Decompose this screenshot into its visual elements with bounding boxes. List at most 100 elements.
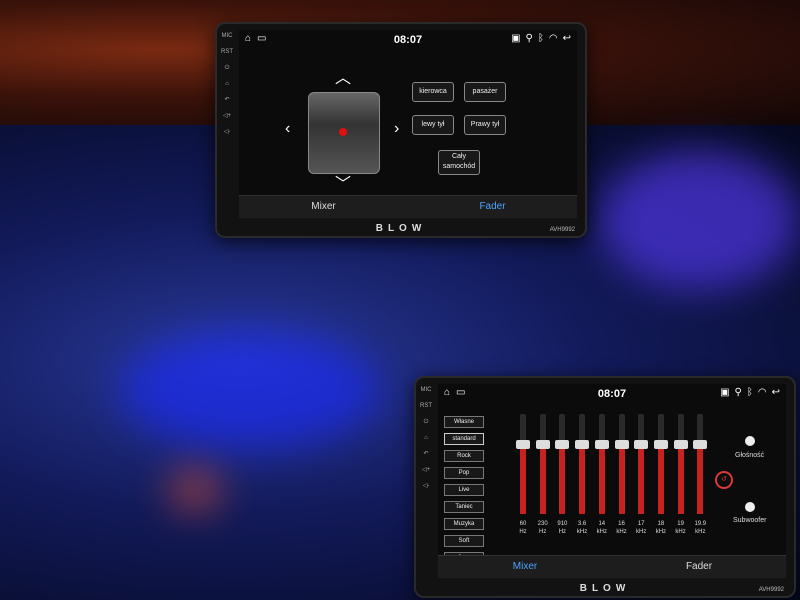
eq-slider-knob[interactable]	[634, 440, 649, 449]
eq-band-label: 230 Hz	[533, 520, 553, 536]
eq-slider-knob[interactable]	[614, 440, 629, 449]
eq-band-frequency: 14	[598, 521, 606, 527]
eq-sliders: 60 Hz 230 Hz 910 Hz 3.6 kHz 14 kHz 16 kHz 17 kHz 18 kHz…	[516, 414, 716, 535]
volume-up-icon[interactable]: ◁+	[422, 466, 430, 474]
volume-down-icon[interactable]: ◁-	[224, 128, 231, 136]
eq-slider[interactable]	[594, 414, 609, 514]
eq-slider[interactable]	[634, 414, 649, 514]
side-buttons: MIC RST ⏻ ⌂ ↶ ◁+ ◁-	[416, 378, 436, 578]
eq-slider[interactable]	[653, 414, 668, 514]
eq-band-unit: kHz	[616, 529, 627, 535]
preset-custom[interactable]: Własne	[444, 416, 484, 428]
whole-car-button[interactable]: Cały samochód	[438, 150, 480, 175]
preset-soft[interactable]: Soft	[444, 535, 484, 547]
home-side-icon[interactable]: ⌂	[424, 434, 428, 442]
subwoofer-label: Subwoofer	[733, 517, 767, 524]
eq-band-unit: Hz	[539, 529, 547, 535]
car-top-view[interactable]	[308, 92, 380, 174]
tab-mixer[interactable]: Mixer	[239, 196, 408, 218]
status-bar: ⌂ ▭ 08:07 ▣ ⚲ ᛒ ◠ ↩	[239, 30, 577, 50]
rst-label: RST	[420, 403, 432, 409]
home-side-icon[interactable]: ⌂	[225, 80, 229, 88]
driver-button[interactable]: kierowca	[412, 82, 454, 102]
location-icon: ⚲	[525, 33, 533, 44]
brand-logo: BLOW	[375, 223, 427, 234]
eq-band-frequency: 3.6	[577, 521, 587, 527]
power-icon[interactable]: ⏻	[225, 64, 230, 72]
eq-slider-knob[interactable]	[516, 440, 530, 449]
eq-slider-knob[interactable]	[693, 440, 708, 449]
reset-icon[interactable]: ↺	[715, 471, 733, 489]
preset-pop[interactable]: Pop	[444, 467, 484, 479]
eq-band-frequency: 910	[557, 521, 568, 527]
back-icon[interactable]: ↩	[563, 33, 571, 44]
rear-right-button[interactable]: Prawy tył	[464, 115, 506, 135]
rst-label: RST	[221, 49, 233, 55]
eq-slider[interactable]	[555, 414, 570, 514]
stage-light	[600, 150, 800, 290]
eq-band-label: 17 kHz	[631, 520, 651, 536]
preset-dance[interactable]: Taniec	[444, 501, 484, 513]
up-arrow-icon[interactable]: ︿	[335, 64, 351, 88]
cast-icon: ▣	[720, 387, 730, 398]
eq-band-label: 16 kHz	[612, 520, 632, 536]
eq-slider-fill	[618, 444, 625, 514]
passenger-button[interactable]: pasażer	[464, 82, 506, 102]
return-icon[interactable]: ↶	[224, 96, 229, 104]
eq-slider[interactable]	[614, 414, 629, 514]
eq-slider-knob[interactable]	[653, 440, 668, 449]
preset-classical[interactable]: Muzyka klasyczna	[444, 518, 484, 530]
eq-slider[interactable]	[516, 414, 530, 514]
loudness-toggle[interactable]	[745, 436, 755, 446]
eq-slider[interactable]	[693, 414, 708, 514]
tab-fader[interactable]: Fader	[408, 196, 577, 218]
tab-mixer[interactable]: Mixer	[438, 556, 612, 578]
eq-slider-knob[interactable]	[673, 440, 688, 449]
eq-slider[interactable]	[535, 414, 550, 514]
bluetooth-icon: ᛒ	[537, 33, 544, 44]
preset-standard[interactable]: standard	[444, 433, 484, 445]
eq-slider-fill	[697, 444, 704, 514]
eq-band-label: 910 Hz	[552, 520, 572, 536]
eq-presets: Własne standard Rock Pop Live Taniec Muz…	[444, 416, 484, 564]
rear-left-button[interactable]: lewy tył	[412, 115, 454, 135]
head-unit-fader: MIC RST ⏻ ⌂ ↶ ◁+ ◁- ⌂ ▭ 08:07 ▣ ⚲ ᛒ ◠ ↩ …	[215, 22, 587, 238]
eq-slider-knob[interactable]	[535, 440, 550, 449]
eq-band-frequency: 230	[537, 521, 548, 527]
screen: ⌂ ▭ 08:07 ▣ ⚲ ᛒ ◠ ↩ ︿ ﹀ ‹ › kierowca pas…	[239, 30, 577, 218]
eq-slider-fill	[520, 444, 526, 514]
volume-up-icon[interactable]: ◁+	[223, 112, 231, 120]
return-icon[interactable]: ↶	[423, 450, 428, 458]
volume-down-icon[interactable]: ◁-	[423, 482, 430, 490]
power-icon[interactable]: ⏻	[424, 418, 429, 426]
preset-rock[interactable]: Rock	[444, 450, 484, 462]
eq-slider-fill	[657, 444, 664, 514]
right-arrow-icon[interactable]: ›	[394, 120, 399, 138]
tab-bar: Mixer Fader	[438, 555, 786, 578]
eq-slider-fill	[638, 444, 645, 514]
mic-label: MIC	[420, 387, 432, 393]
fader-position-dot[interactable]	[339, 128, 347, 136]
back-icon[interactable]: ↩	[772, 387, 780, 398]
eq-slider[interactable]	[575, 414, 590, 514]
eq-slider[interactable]	[673, 414, 688, 514]
preset-live[interactable]: Live	[444, 484, 484, 496]
mixer-led	[170, 470, 220, 510]
eq-band-unit: kHz	[636, 529, 647, 535]
left-arrow-icon[interactable]: ‹	[285, 120, 290, 138]
subwoofer-toggle[interactable]	[745, 502, 755, 512]
eq-slider-knob[interactable]	[555, 440, 570, 449]
bluetooth-icon: ᛒ	[746, 387, 753, 398]
eq-slider-fill	[677, 444, 684, 514]
eq-slider-knob[interactable]	[575, 440, 590, 449]
eq-band-frequency: 19.9	[694, 521, 707, 527]
eq-slider-fill	[539, 444, 546, 514]
eq-band-unit: Hz	[519, 529, 527, 535]
eq-band-frequency: 16	[618, 521, 625, 527]
mixer-glow	[120, 330, 380, 450]
tab-fader[interactable]: Fader	[612, 556, 786, 578]
mic-label: MIC	[221, 33, 233, 39]
eq-slider-fill	[579, 444, 586, 514]
status-bar: ⌂ ▭ 08:07 ▣ ⚲ ᛒ ◠ ↩	[438, 384, 786, 404]
eq-slider-knob[interactable]	[594, 440, 609, 449]
